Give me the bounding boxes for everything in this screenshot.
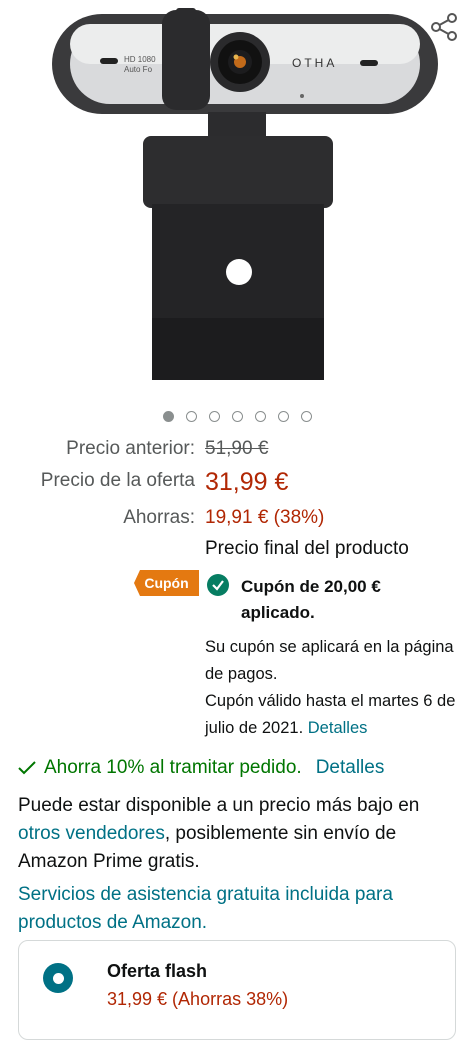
coupon-info: Su cupón se aplicará en la página de pag… (205, 634, 465, 742)
svg-text:Auto Fo: Auto Fo (124, 65, 153, 74)
savings-label: Ahorras: (123, 507, 195, 528)
previous-price-value: 51,90 € (205, 438, 269, 459)
extra-savings-text: Ahorra 10% al tramitar pedido. (44, 757, 302, 778)
flash-offer-option[interactable]: Oferta flash 31,99 € (Ahorras 38%) (18, 940, 456, 1040)
final-price-note: Precio final del producto (205, 538, 409, 559)
share-icon[interactable] (427, 10, 461, 44)
coupon-info-checkout: Su cupón se aplicará en la página de pag… (205, 638, 454, 683)
extra-savings: Ahorra 10% al tramitar pedido. Detalles (18, 757, 384, 779)
checkmark-icon (18, 761, 36, 775)
previous-price-label: Precio anterior: (66, 438, 195, 459)
radio-button-selected[interactable] (43, 963, 73, 993)
coupon-info-validity: Cupón válido hasta el martes 6 de julio … (205, 692, 456, 737)
coupon-badge: Cupón (134, 570, 199, 596)
coupon-details-link[interactable]: Detalles (308, 719, 368, 737)
flash-offer-price: 31,99 € (Ahorras 38%) (107, 989, 289, 1009)
carousel-dot[interactable] (255, 411, 266, 422)
other-sellers-link[interactable]: otros vendedores (18, 823, 165, 844)
carousel-dot[interactable] (209, 411, 220, 422)
deal-price-value: 31,99 € (205, 468, 289, 496)
carousel-dot[interactable] (163, 411, 174, 422)
carousel-dots[interactable] (0, 411, 475, 422)
other-sellers-text: Puede estar disponible a un precio más b… (18, 795, 420, 872)
check-circle-icon (207, 574, 229, 596)
savings-value: 19,91 € (38%) (205, 507, 325, 528)
carousel-dot[interactable] (232, 411, 243, 422)
carousel-dot[interactable] (278, 411, 289, 422)
carousel-dot[interactable] (301, 411, 312, 422)
carousel-dot[interactable] (186, 411, 197, 422)
deal-price-label: Precio de la oferta (40, 470, 195, 491)
coupon-applied-text: Cupón de 20,00 € aplicado. (241, 577, 381, 622)
flash-offer-title: Oferta flash (107, 961, 208, 981)
product-image[interactable]: HD 1080 Auto Fo OTHA (0, 0, 475, 400)
services-link[interactable]: Servicios de asistencia gratuita incluid… (18, 881, 463, 937)
extra-savings-details-link[interactable]: Detalles (316, 757, 385, 779)
svg-text:HD 1080: HD 1080 (124, 55, 156, 64)
svg-text:OTHA: OTHA (292, 56, 337, 70)
